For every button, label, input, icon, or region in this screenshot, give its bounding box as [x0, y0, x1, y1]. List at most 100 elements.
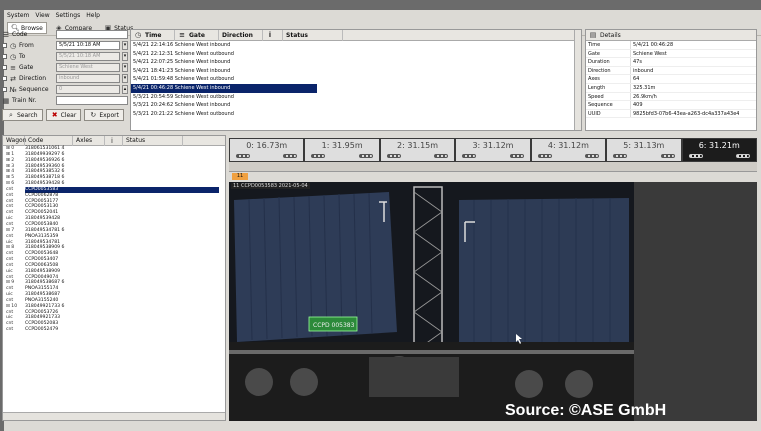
table-row[interactable]: 5/4/21 18:41:23 Schiene West inbound: [131, 67, 581, 76]
code-input[interactable]: [56, 30, 128, 39]
col-info[interactable]: i: [263, 29, 283, 41]
clear-button-label: Clear: [60, 111, 77, 119]
axle-label: 1: 31.95m: [321, 141, 363, 150]
to-input[interactable]: 5/5/21 10:18 AM: [56, 52, 120, 61]
train-icon: ▦: [2, 96, 10, 105]
tree-scrollbar[interactable]: [3, 412, 225, 420]
direction-select[interactable]: inbound: [56, 74, 120, 83]
col-info[interactable]: i: [105, 136, 123, 146]
direction-icon: ⇄: [10, 74, 16, 83]
sequence-label: Sequence: [19, 86, 49, 93]
axle-label: 3: 31.12m: [472, 141, 514, 150]
gate-dropdown[interactable]: ▾: [122, 63, 128, 72]
detail-key: Gate: [586, 49, 631, 58]
export-button[interactable]: ↻ Export: [84, 109, 124, 121]
timeline-ruler[interactable]: [229, 162, 757, 172]
to-checkbox[interactable]: [2, 54, 7, 59]
field-gate: ≡ Gate Schiene West ▾: [2, 62, 128, 73]
sequence-checkbox[interactable]: [2, 87, 7, 92]
axle-segment[interactable]: 0: 16.73m: [230, 139, 304, 161]
direction-checkbox[interactable]: [2, 76, 7, 81]
details-header: ▤ Details: [586, 30, 756, 41]
train-nr-input[interactable]: [56, 96, 128, 105]
detail-key: Axes: [586, 75, 631, 83]
col-code[interactable]: Code: [25, 136, 73, 146]
sequence-spinner[interactable]: ▴: [122, 85, 128, 94]
clock-icon: ◷: [9, 52, 17, 61]
details-icon: ▤: [589, 31, 597, 39]
col-axles[interactable]: Axles: [73, 136, 105, 146]
from-checkbox[interactable]: [2, 43, 7, 48]
field-code: ☰ Code: [2, 29, 128, 40]
camera-side-area: [634, 182, 757, 421]
menu-settings[interactable]: Settings: [56, 12, 81, 19]
axle-segment[interactable]: 5: 31.13m: [607, 139, 681, 161]
details-title: Details: [600, 31, 621, 39]
axle-segment-selected[interactable]: 6: 31.21m: [682, 139, 756, 161]
col-direction[interactable]: Direction: [219, 29, 263, 41]
gate-icon: ≡: [179, 31, 185, 39]
col-status[interactable]: Status: [123, 136, 183, 146]
col-status[interactable]: Status: [283, 29, 343, 41]
results-table: ◷ Time ≡ Gate Direction i Status 5/4/21 22…: [130, 29, 582, 131]
tree-rows: ⊞ 0 318061531061 4 ⊞ 1 318049939297 6 ⊞ 2 318…: [3, 146, 225, 333]
table-row[interactable]: 5/3/21 20:24:62 Schiene West inbound: [131, 101, 581, 110]
from-dropdown[interactable]: ▾: [122, 41, 128, 50]
axle-label: 4: 31.12m: [547, 141, 589, 150]
col-wagon[interactable]: Wagon: [3, 136, 27, 146]
gate-select[interactable]: Schiene West: [56, 63, 120, 72]
clear-icon: ✖: [51, 111, 58, 119]
results-scrollbar[interactable]: [574, 30, 581, 130]
wagon-marker[interactable]: 11: [232, 173, 248, 180]
field-direction: ⇄ Direction inbound ▾: [2, 73, 128, 84]
search-panel: ☰ Code ◷ From 5/5/21 10:18 AM ▾ ◷ To 5/5/21…: [2, 29, 128, 134]
info-icon: i: [111, 136, 113, 145]
axle-segment[interactable]: 3: 31.12m: [456, 139, 530, 161]
code-label: Code: [12, 31, 28, 38]
detail-value: 5/4/21 00:46:28: [633, 42, 674, 48]
clear-button[interactable]: ✖ Clear: [45, 109, 82, 121]
table-row[interactable]: 5/4/21 22:14:16 Schiene West inbound: [131, 41, 581, 50]
col-time[interactable]: ◷ Time: [131, 29, 175, 41]
camera-image[interactable]: CCPD 005383 11 CCPD0053583 2021-05-04: [229, 182, 634, 421]
axle-strip: 0: 16.73m 1: 31.95m 2: 31.15m 3: 31.12m …: [229, 138, 757, 162]
axle-segment[interactable]: 1: 31.95m: [305, 139, 379, 161]
axle-segment[interactable]: 4: 31.12m: [531, 139, 606, 161]
detail-row: Direction inbound: [586, 66, 756, 76]
menu-system[interactable]: System: [7, 12, 29, 19]
sequence-input[interactable]: 0: [56, 85, 120, 94]
detail-row: Duration 47s: [586, 58, 756, 67]
search-button-label: Search: [17, 111, 38, 119]
train-photo: CCPD 005383: [229, 182, 634, 421]
axle-segment[interactable]: 2: 31.15m: [380, 139, 455, 161]
info-icon: i: [268, 31, 272, 39]
table-row[interactable]: 5/4/21 22:07:25 Schiene West inbound: [131, 58, 581, 67]
menu-view[interactable]: View: [35, 12, 49, 19]
detail-value: 409: [633, 102, 643, 109]
detail-value: Schiene West: [633, 50, 667, 57]
direction-dropdown[interactable]: ▾: [122, 74, 128, 83]
table-row-selected[interactable]: 5/4/21 00:46:28 Schiene West inbound: [131, 83, 317, 93]
detail-value: inbound: [633, 67, 654, 74]
axle-label: 5: 31.13m: [623, 141, 665, 150]
field-train-nr: ▦ Train Nr.: [2, 95, 128, 106]
tree-header: Wagon Code Axles i Status: [3, 136, 225, 146]
camera-overlay-text: 11 CCPD0053583 2021-05-04: [231, 183, 310, 189]
from-input[interactable]: 5/5/21 10:18 AM: [56, 41, 120, 50]
gate-label: Gate: [19, 64, 34, 71]
table-row[interactable]: 5/4/21 22:12:31 Schiene West outbound: [131, 50, 581, 59]
detail-value: 325.31m: [633, 84, 656, 91]
detail-row: UUID 9825bfd3-07b6-43ea-a263-dc4a337a43e4: [586, 109, 756, 119]
table-row[interactable]: 5/3/21 20:21:22 Schiene West outbound: [131, 110, 581, 119]
gate-checkbox[interactable]: [2, 65, 7, 70]
col-gate[interactable]: ≡ Gate: [175, 29, 219, 41]
field-to: ◷ To 5/5/21 10:18 AM ▾: [2, 51, 128, 62]
table-row[interactable]: 5/4/21 01:59:48 Schiene West outbound: [131, 75, 581, 84]
search-button[interactable]: ⌕ Search: [2, 109, 43, 121]
to-dropdown[interactable]: ▾: [122, 52, 128, 61]
tree-row[interactable]: cnt CCPD0052479: [3, 327, 225, 333]
sequence-icon: №: [9, 85, 17, 94]
menu-help[interactable]: Help: [86, 12, 100, 19]
table-row[interactable]: 5/3/21 20:54:59 Schiene West outbound: [131, 93, 581, 102]
menu-bar: System View Settings Help: [4, 10, 761, 21]
